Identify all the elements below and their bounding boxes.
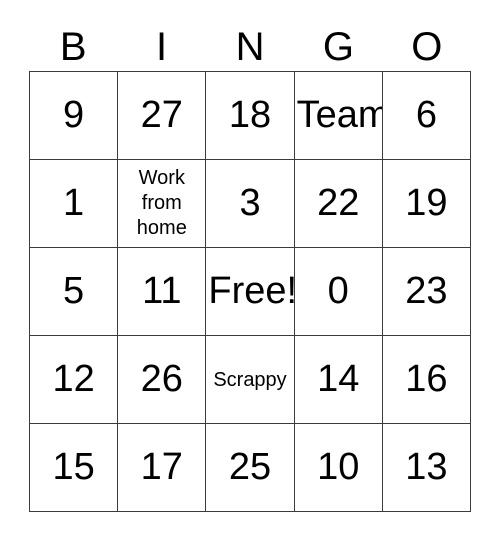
bingo-cell[interactable]: 17 bbox=[118, 424, 207, 512]
bingo-cell-text: 6 bbox=[415, 93, 437, 136]
bingo-cell[interactable]: 26 bbox=[118, 336, 207, 424]
bingo-cell-text: Free! bbox=[208, 269, 295, 312]
bingo-cell[interactable]: 13 bbox=[382, 424, 472, 512]
bingo-cell[interactable]: 19 bbox=[382, 160, 472, 248]
bingo-cell-text: Scrappy bbox=[213, 368, 287, 391]
bingo-cell-text: 26 bbox=[140, 357, 183, 400]
bingo-grid: 9 27 18 Team 6 1 Work from home 3 22 19 … bbox=[29, 71, 472, 512]
bingo-cell-text: Work from home bbox=[136, 167, 187, 239]
bingo-cell[interactable]: Team bbox=[294, 72, 383, 160]
bingo-cell-text: 13 bbox=[405, 445, 448, 488]
bingo-cell-text: 15 bbox=[52, 445, 95, 488]
bingo-row: 9 27 18 Team 6 bbox=[30, 72, 472, 160]
bingo-cell-text: 18 bbox=[228, 93, 272, 136]
bingo-cell[interactable]: 25 bbox=[206, 424, 295, 512]
bingo-cell[interactable]: 11 bbox=[118, 248, 207, 336]
bingo-card: B I N G O 9 27 18 Team 6 1 Work from hom… bbox=[29, 22, 472, 512]
bingo-cell[interactable]: 1 bbox=[30, 160, 119, 248]
bingo-cell-text: 10 bbox=[317, 445, 360, 488]
header-letter-text: O bbox=[411, 24, 443, 69]
bingo-free-space-cell[interactable]: Free! bbox=[206, 248, 295, 336]
bingo-row: 12 26 Scrappy 14 16 bbox=[30, 336, 472, 424]
bingo-row: 15 17 25 10 13 bbox=[30, 424, 472, 512]
bingo-row: 5 11 Free! 0 23 bbox=[30, 248, 472, 336]
bingo-cell-text: 9 bbox=[63, 93, 85, 136]
bingo-cell[interactable]: 10 bbox=[294, 424, 383, 512]
bingo-cell[interactable]: Work from home bbox=[118, 160, 207, 248]
header-letter-text: N bbox=[235, 24, 265, 69]
bingo-header-letter-b: B bbox=[29, 22, 117, 71]
bingo-cell-text: 14 bbox=[317, 357, 360, 400]
header-letter-text: B bbox=[59, 24, 87, 69]
bingo-cell-text: 16 bbox=[405, 357, 448, 400]
bingo-cell-text: 27 bbox=[140, 93, 183, 136]
bingo-cell-text: 25 bbox=[228, 445, 272, 488]
bingo-cell-text: 23 bbox=[405, 269, 448, 312]
header-letter-text: G bbox=[322, 24, 354, 69]
bingo-cell-text: 22 bbox=[317, 181, 360, 224]
bingo-cell-text: 5 bbox=[63, 269, 85, 312]
bingo-cell[interactable]: 6 bbox=[382, 72, 472, 160]
bingo-cell[interactable]: 16 bbox=[382, 336, 472, 424]
bingo-cell[interactable]: 12 bbox=[30, 336, 119, 424]
bingo-header-letter-g: G bbox=[294, 22, 382, 71]
bingo-cell[interactable]: 15 bbox=[30, 424, 119, 512]
bingo-cell-text: 0 bbox=[327, 269, 349, 312]
bingo-cell-text: 12 bbox=[52, 357, 95, 400]
bingo-cell[interactable]: 9 bbox=[30, 72, 119, 160]
bingo-header-letter-n: N bbox=[206, 22, 294, 71]
bingo-cell[interactable]: 23 bbox=[382, 248, 472, 336]
bingo-cell[interactable]: 18 bbox=[206, 72, 295, 160]
bingo-cell[interactable]: 22 bbox=[294, 160, 383, 248]
bingo-header-row: B I N G O bbox=[29, 22, 471, 71]
bingo-header-letter-i: I bbox=[117, 22, 205, 71]
bingo-cell[interactable]: 14 bbox=[294, 336, 383, 424]
bingo-cell-text: 1 bbox=[63, 181, 85, 224]
bingo-header-letter-o: O bbox=[383, 22, 471, 71]
bingo-cell[interactable]: 0 bbox=[294, 248, 383, 336]
bingo-cell-text: Team bbox=[296, 93, 383, 136]
bingo-cell[interactable]: 5 bbox=[30, 248, 119, 336]
bingo-cell[interactable]: 27 bbox=[118, 72, 207, 160]
bingo-row: 1 Work from home 3 22 19 bbox=[30, 160, 472, 248]
bingo-cell-text: 19 bbox=[405, 181, 448, 224]
bingo-cell-text: 11 bbox=[142, 269, 182, 312]
bingo-cell[interactable]: Scrappy bbox=[206, 336, 295, 424]
bingo-cell[interactable]: 3 bbox=[206, 160, 295, 248]
header-letter-text: I bbox=[156, 24, 168, 69]
bingo-cell-text: 3 bbox=[239, 181, 261, 224]
bingo-cell-text: 17 bbox=[140, 445, 183, 488]
